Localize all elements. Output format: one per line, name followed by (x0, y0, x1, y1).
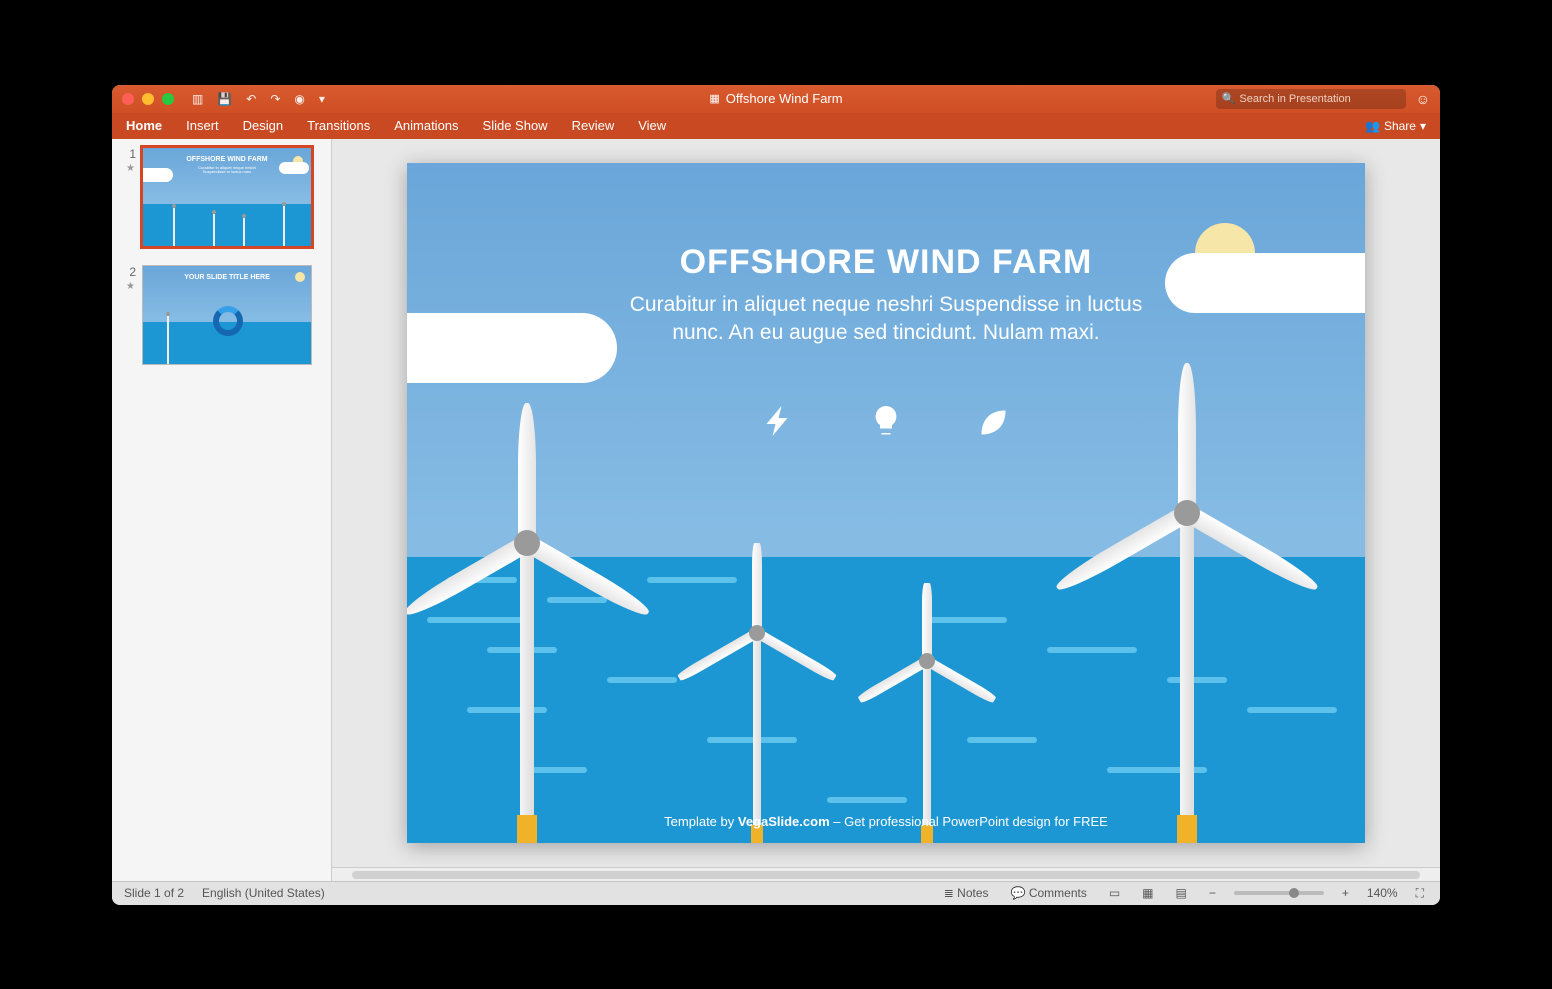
bulb-icon (868, 403, 904, 444)
slide-canvas[interactable]: OFFSHORE WIND FARM Curabitur in aliquet … (332, 139, 1440, 867)
slide-thumbnail-1[interactable]: OFFSHORE WIND FARM Curabitur in aliquet … (142, 147, 312, 247)
slide-subtitle[interactable]: Curabitur in aliquet neque neshri Suspen… (626, 291, 1146, 348)
close-window-button[interactable] (122, 93, 134, 105)
cloud-icon (407, 313, 617, 383)
slide-thumbnail-2[interactable]: YOUR SLIDE TITLE HERE (142, 265, 312, 365)
transition-star-icon: ★ (126, 163, 135, 174)
transition-star-icon: ★ (126, 281, 135, 292)
view-normal-button[interactable]: ▭ (1105, 884, 1124, 902)
zoom-slider[interactable] (1234, 891, 1324, 895)
window-controls (122, 93, 174, 105)
present-icon[interactable]: ◉ (294, 92, 304, 106)
icon-row (762, 403, 1010, 444)
thumb-sub: Curabitur in aliquet neque neshriSuspend… (177, 166, 277, 175)
leaf-icon (974, 403, 1010, 444)
search-box[interactable]: 🔍 (1216, 89, 1406, 109)
tab-design[interactable]: Design (243, 114, 283, 137)
redo-icon[interactable]: ↷ (270, 92, 280, 106)
minimize-window-button[interactable] (142, 93, 154, 105)
cloud-icon (1165, 253, 1365, 313)
language-indicator[interactable]: English (United States) (202, 886, 325, 900)
undo-icon[interactable]: ↶ (246, 92, 256, 106)
view-reading-button[interactable]: ▤ (1172, 884, 1191, 902)
tab-view[interactable]: View (638, 114, 666, 137)
powerpoint-icon: ▦ (709, 92, 719, 105)
account-icon[interactable]: ☺ (1416, 91, 1430, 107)
bolt-icon (762, 403, 798, 444)
sea-bg (407, 557, 1365, 843)
search-input[interactable] (1239, 93, 1399, 105)
app-window: ▥ 💾 ↶ ↷ ◉ ▾ ▦ Offshore Wind Farm 🔍 ☺ Hom… (112, 85, 1440, 905)
slide-title[interactable]: OFFSHORE WIND FARM (680, 243, 1093, 282)
zoom-in-button[interactable]: + (1338, 884, 1353, 902)
slide-thumbnail-panel: 1★ OFFSHORE WIND FARM Curabitur in aliqu… (112, 139, 332, 881)
tab-review[interactable]: Review (572, 114, 615, 137)
fullscreen-window-button[interactable] (162, 93, 174, 105)
tab-transitions[interactable]: Transitions (307, 114, 370, 137)
overflow-icon[interactable]: ▾ (319, 92, 325, 106)
document-title: ▦ Offshore Wind Farm (709, 91, 842, 106)
slide-footer[interactable]: Template by VegaSlide.com – Get professi… (664, 814, 1108, 829)
tab-insert[interactable]: Insert (186, 114, 219, 137)
editor-area: OFFSHORE WIND FARM Curabitur in aliquet … (332, 139, 1440, 881)
slide[interactable]: OFFSHORE WIND FARM Curabitur in aliquet … (407, 163, 1365, 843)
status-bar: Slide 1 of 2 English (United States) ≣ N… (112, 881, 1440, 905)
search-icon: 🔍 (1222, 92, 1236, 105)
tab-animations[interactable]: Animations (394, 114, 458, 137)
title-text: Offshore Wind Farm (726, 91, 843, 106)
titlebar: ▥ 💾 ↶ ↷ ◉ ▾ ▦ Offshore Wind Farm 🔍 ☺ (112, 85, 1440, 113)
comments-button[interactable]: 💬 Comments (1007, 884, 1091, 902)
thumb-number: 1★ (124, 147, 136, 247)
layout-icon[interactable]: ▥ (192, 92, 203, 106)
view-sorter-button[interactable]: ▦ (1138, 884, 1157, 902)
fit-to-window-button[interactable]: ⛶ (1412, 884, 1428, 903)
slide-counter: Slide 1 of 2 (124, 886, 184, 900)
tab-home[interactable]: Home (126, 114, 162, 137)
workspace: 1★ OFFSHORE WIND FARM Curabitur in aliqu… (112, 139, 1440, 881)
share-button[interactable]: 👥 Share ▾ (1365, 119, 1426, 133)
tab-slideshow[interactable]: Slide Show (483, 114, 548, 137)
ribbon: Home Insert Design Transitions Animation… (112, 113, 1440, 139)
save-icon[interactable]: 💾 (217, 92, 232, 106)
notes-button[interactable]: ≣ Notes (940, 884, 993, 902)
thumb-title: YOUR SLIDE TITLE HERE (184, 274, 270, 281)
thumb-title: OFFSHORE WIND FARM (186, 156, 267, 163)
zoom-value[interactable]: 140% (1367, 886, 1398, 900)
zoom-out-button[interactable]: − (1205, 884, 1220, 902)
horizontal-scrollbar[interactable] (332, 867, 1440, 881)
thumb-number: 2★ (124, 265, 136, 365)
